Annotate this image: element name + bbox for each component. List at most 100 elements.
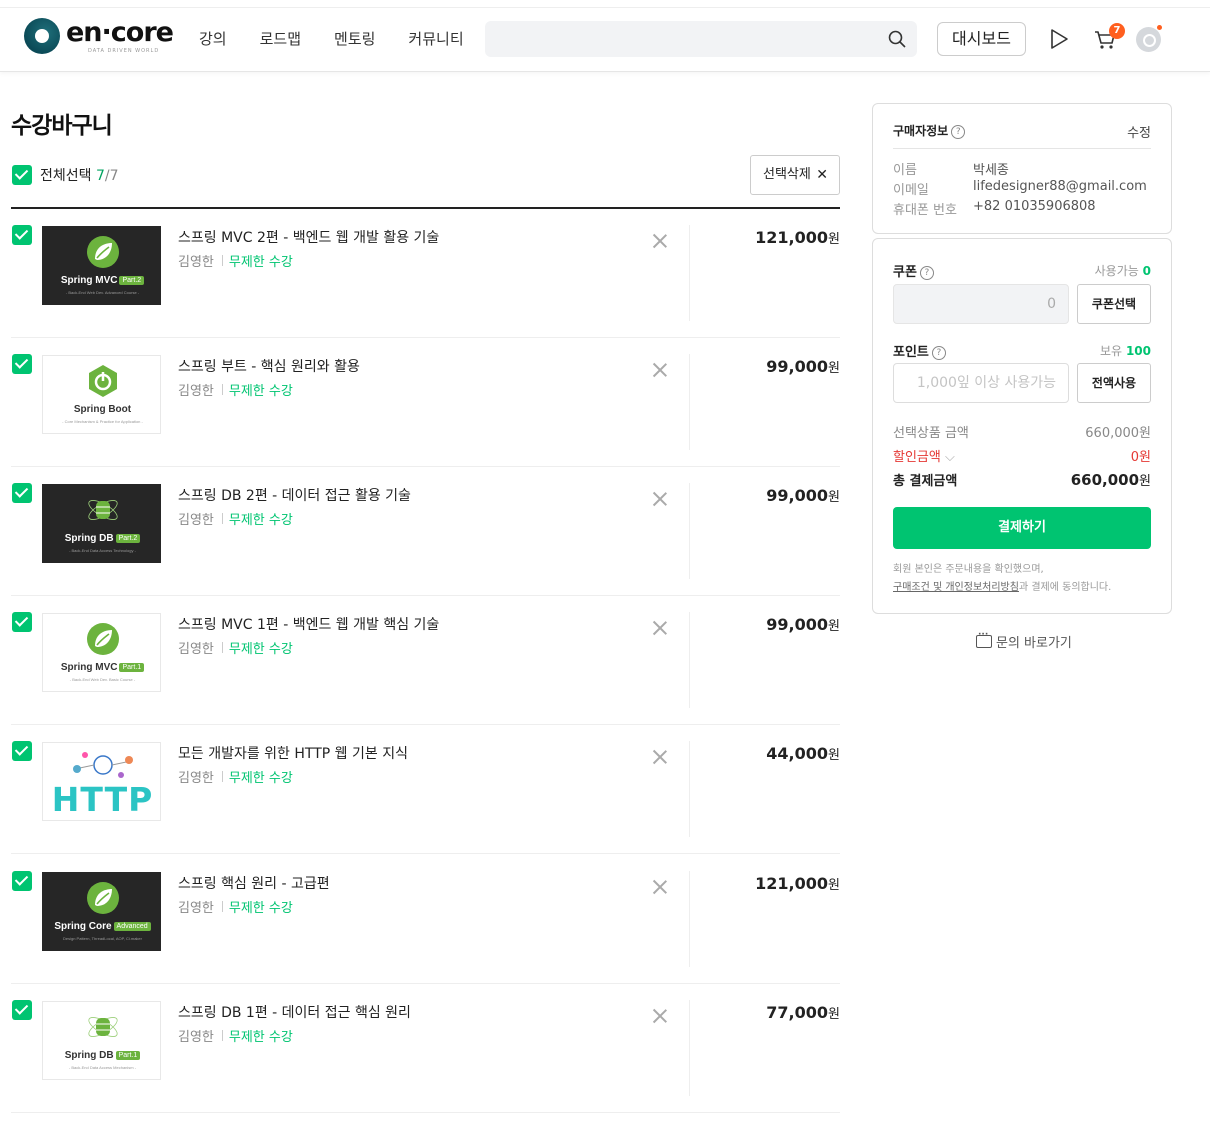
item-price: 44,000원 xyxy=(766,744,840,763)
discount-label: 할인금액 ⌵ xyxy=(893,446,955,465)
coupon-label: 쿠폰? xyxy=(893,261,934,280)
avatar[interactable] xyxy=(1136,27,1161,52)
price-value: 121,000 xyxy=(755,228,829,247)
column-divider xyxy=(689,871,690,967)
buyer-info-title-text: 구매자정보 xyxy=(893,124,949,138)
remove-item-icon[interactable] xyxy=(653,1009,667,1023)
nav-item-mentoring[interactable]: 멘토링 xyxy=(334,28,375,49)
help-icon[interactable]: ? xyxy=(931,345,946,360)
meta-separator xyxy=(221,901,223,912)
select-all-label: 전체선택 7/7 xyxy=(40,165,119,185)
select-coupon-button[interactable]: 쿠폰선택 xyxy=(1077,284,1151,324)
course-meta: 김영한 무제한 수강 xyxy=(178,767,293,786)
price-currency: 원 xyxy=(828,878,840,893)
course-title[interactable]: 스프링 DB 2편 - 데이터 접근 활용 기술 xyxy=(178,485,411,505)
logo[interactable]: en·core DATA DRIVEN WORLD xyxy=(24,17,180,61)
spring-db-logo xyxy=(88,500,118,520)
course-thumbnail[interactable]: Spring Boot - Core Mechanism & Practice … xyxy=(42,355,161,434)
search-icon[interactable] xyxy=(887,29,907,49)
help-icon[interactable]: ? xyxy=(951,124,966,139)
thumbnail-subtitle: - Back-End Data Access Technology - xyxy=(69,548,136,553)
course-thumbnail[interactable]: Spring DB Part.2 - Back-End Data Access T… xyxy=(42,484,161,563)
remove-item-icon[interactable] xyxy=(653,492,667,506)
course-title[interactable]: 스프링 DB 1편 - 데이터 접근 핵심 원리 xyxy=(178,1002,411,1022)
play-icon[interactable] xyxy=(1048,27,1070,51)
remove-item-icon[interactable] xyxy=(653,621,667,635)
notice-text-2: 과 결제에 동의합니다. xyxy=(1018,582,1112,593)
remove-item-icon[interactable] xyxy=(653,363,667,377)
meta-separator xyxy=(221,1030,223,1041)
chat-icon xyxy=(976,630,992,648)
course-title[interactable]: 스프링 핵심 원리 - 고급편 xyxy=(178,873,330,893)
course-meta: 김영한 무제한 수강 xyxy=(178,251,293,270)
remove-item-icon[interactable] xyxy=(653,234,667,248)
access-period: 무제한 수강 xyxy=(228,771,293,786)
item-checkbox[interactable] xyxy=(12,225,32,245)
nav-item-courses[interactable]: 강의 xyxy=(199,28,227,49)
point-label: 포인트? xyxy=(893,341,946,360)
item-checkbox[interactable] xyxy=(12,483,32,503)
terms-link[interactable]: 구매조건 및 개인정보처리방침 xyxy=(893,582,1019,593)
pay-button[interactable]: 결제하기 xyxy=(893,507,1151,549)
course-thumbnail[interactable]: Spring Core Advanced Design Pattern, Thre… xyxy=(42,872,161,951)
thumbnail-subtitle: - Back-End Web Dev. Advanced Course - xyxy=(65,290,140,295)
name-value: 박세종 xyxy=(973,163,1009,178)
inquiry-link[interactable]: 문의 바로가기 xyxy=(976,630,1072,651)
search-input[interactable] xyxy=(485,21,917,57)
payment-notice: 회원 본인은 주문내용을 확인했으며, 구매조건 및 개인정보처리방침과 결제에 … xyxy=(893,561,1153,597)
item-checkbox[interactable] xyxy=(12,354,32,374)
remove-item-icon[interactable] xyxy=(653,750,667,764)
course-title[interactable]: 스프링 부트 - 핵심 원리와 활용 xyxy=(178,356,360,376)
thumbnail-subtitle: - Core Mechanism & Practice for Applicat… xyxy=(62,419,143,424)
instructor-name: 김영한 xyxy=(178,384,214,399)
access-period: 무제한 수강 xyxy=(228,513,293,528)
spring-boot-logo xyxy=(89,365,117,397)
thumbnail-title: Spring DB Part.1 xyxy=(43,1050,160,1061)
item-checkbox[interactable] xyxy=(12,741,32,761)
price-value: 99,000 xyxy=(766,486,829,505)
name-label: 이름 xyxy=(893,163,917,178)
thumbnail-tag: Part.1 xyxy=(115,1050,141,1060)
nav-item-roadmap[interactable]: 로드맵 xyxy=(260,28,301,49)
dashboard-button[interactable]: 대시보드 xyxy=(937,22,1026,56)
edit-buyer-button[interactable]: 수정 xyxy=(1127,122,1151,141)
coupon-available-label: 사용가능 xyxy=(1094,264,1139,278)
item-checkbox[interactable] xyxy=(12,612,32,632)
column-divider xyxy=(689,741,690,837)
total-currency: 원 xyxy=(1139,474,1151,489)
logo-sub: DATA DRIVEN WORLD xyxy=(88,48,160,54)
column-divider xyxy=(689,225,690,321)
item-price: 121,000원 xyxy=(755,228,840,247)
point-input[interactable]: 1,000잎 이상 사용가능 xyxy=(893,363,1069,403)
course-title[interactable]: 스프링 MVC 1편 - 백엔드 웹 개발 핵심 기술 xyxy=(178,614,439,634)
subtotal-label: 선택상품 금액 xyxy=(893,426,969,441)
help-icon[interactable]: ? xyxy=(919,265,934,280)
course-thumbnail[interactable]: Spring MVC Part.2 - Back-End Web Dev. Adv… xyxy=(42,226,161,305)
course-thumbnail[interactable]: HTTP xyxy=(42,742,161,821)
item-price: 99,000원 xyxy=(766,486,840,505)
access-period: 무제한 수강 xyxy=(228,255,293,270)
course-thumbnail[interactable]: Spring MVC Part.1 - Back-End Web Dev. Bas… xyxy=(42,613,161,692)
course-thumbnail[interactable]: Spring DB Part.1 - Back-End Data Access M… xyxy=(42,1001,161,1080)
course-title[interactable]: 스프링 MVC 2편 - 백엔드 웹 개발 활용 기술 xyxy=(178,227,439,247)
column-divider xyxy=(689,1000,690,1096)
selected-count: 7 xyxy=(95,168,105,184)
item-checkbox[interactable] xyxy=(12,871,32,891)
instructor-name: 김영한 xyxy=(178,255,214,270)
nav-item-community[interactable]: 커뮤니티 xyxy=(408,28,463,49)
logo-mark xyxy=(24,18,60,54)
thumbnail-label: Spring DB xyxy=(64,1050,114,1061)
discount-value: 0원 xyxy=(1130,450,1151,465)
buyer-info-title: 구매자정보? xyxy=(893,122,966,139)
use-all-points-button[interactable]: 전액사용 xyxy=(1077,363,1151,403)
thumbnail-label: Spring Boot xyxy=(73,404,132,415)
payment-panel: 쿠폰? 사용가능 0 0 쿠폰선택 포인트? 보유 100 1,000잎 이상 … xyxy=(872,238,1172,614)
select-all-text: 전체선택 xyxy=(40,168,92,184)
chevron-down-icon: ⌵ xyxy=(944,450,955,465)
remove-item-icon[interactable] xyxy=(653,880,667,894)
course-title[interactable]: 모든 개발자를 위한 HTTP 웹 기본 지식 xyxy=(178,743,408,763)
delete-selected-button[interactable]: 선택삭제 xyxy=(750,155,840,195)
spring-leaf-logo xyxy=(87,623,119,655)
select-all-checkbox[interactable] xyxy=(12,165,32,185)
item-checkbox[interactable] xyxy=(12,1000,32,1020)
